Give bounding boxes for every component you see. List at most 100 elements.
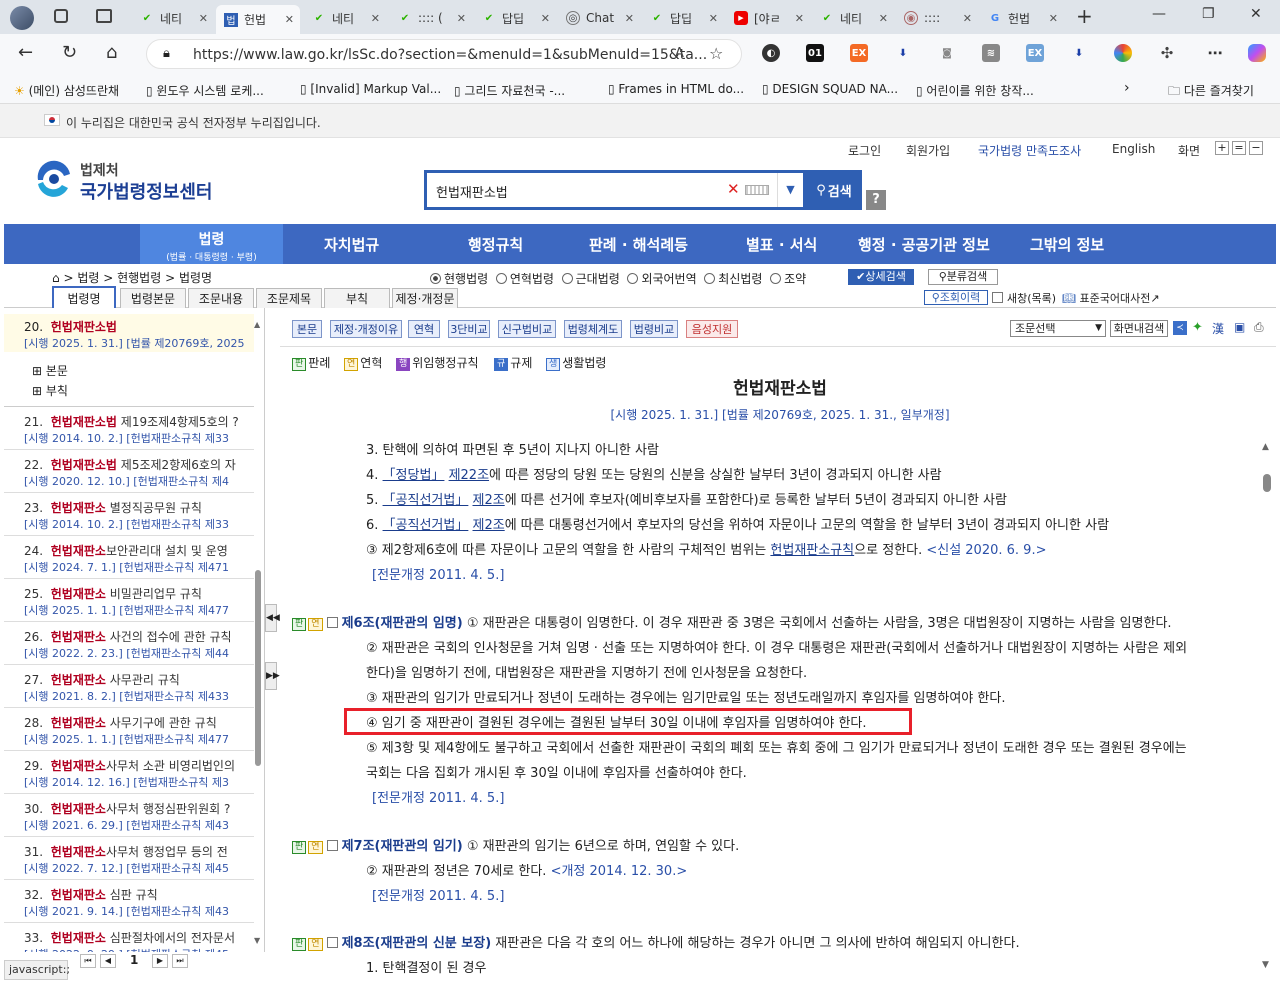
home-icon[interactable]: ⌂	[52, 271, 60, 285]
close-icon[interactable]: ✕	[457, 12, 466, 25]
detail-search-button[interactable]: ✔상세검색	[848, 269, 914, 285]
election-act-link[interactable]: 「공직선거법」	[383, 518, 469, 533]
tab-11[interactable]: G 헌법 ✕	[980, 5, 1064, 31]
zoom-out-button[interactable]: −	[1249, 141, 1263, 155]
nav-public-info[interactable]: 행정 · 공공기관 정보	[858, 234, 990, 255]
survey-link[interactable]: 국가법령 만족도조사	[978, 142, 1081, 159]
tab-3[interactable]: ✔ 네티 ✕	[304, 5, 386, 31]
article-link[interactable]: 제22조	[449, 468, 489, 483]
zoom-in-button[interactable]: +	[1215, 141, 1229, 155]
radio-current[interactable]: 현행법령	[430, 272, 488, 286]
new-window-checkbox[interactable]: 새창(목록)	[992, 290, 1056, 306]
tab-5[interactable]: ✔ 답딥 ✕	[474, 5, 556, 31]
restore-button[interactable]: ❐	[1202, 6, 1215, 22]
first-page-button[interactable]: ⏮	[80, 954, 96, 968]
login-link[interactable]: 로그인	[848, 142, 881, 159]
workspaces-icon[interactable]	[54, 9, 68, 23]
close-icon[interactable]: ✕	[709, 12, 718, 25]
extension-download-icon[interactable]: ⬇	[894, 44, 912, 62]
bookmark-7[interactable]: ▯ 어린이를 위한 창작...	[916, 82, 1034, 99]
chevron-right-icon[interactable]: ›	[1124, 80, 1130, 96]
history-badge[interactable]: 연	[308, 841, 323, 854]
camera-icon[interactable]: ◙	[938, 44, 956, 62]
star-icon[interactable]: ✦	[1192, 320, 1203, 335]
radio-history[interactable]: 연혁법령	[495, 272, 554, 286]
list-item[interactable]: 23. 헌법재판소 별정직공무원 규칙 [시행 2014. 10. 2.] [헌법…	[4, 493, 254, 536]
last-page-button[interactable]: ⏭	[172, 954, 188, 968]
radio-modern[interactable]: 근대법령	[561, 272, 620, 286]
court-rule-link[interactable]: 헌법재판소규칙	[770, 543, 854, 558]
chrome-ext-icon[interactable]	[1114, 44, 1132, 62]
list-item[interactable]: 30. 헌법재판소사무처 행정심판위원회 ? [시행 2021. 6. 29.] …	[4, 794, 254, 837]
extension-download2-icon[interactable]: ⬇	[1070, 44, 1088, 62]
history-badge[interactable]: 연	[308, 938, 323, 951]
tab-8[interactable]: ▶ [야ㄹ ✕	[726, 5, 810, 31]
tree-body[interactable]: ⊞ 본문	[32, 362, 68, 379]
search-input[interactable]: 헌법재판소법 ✕ ▼	[424, 170, 806, 210]
lock-icon[interactable]: 🔒︎	[163, 46, 170, 61]
tab-article-title[interactable]: 조문제목	[256, 288, 322, 308]
tab-law-body[interactable]: 법령본문	[120, 288, 186, 308]
toolbar-reason-button[interactable]: 제정·개정이유	[330, 320, 402, 338]
keyboard-icon[interactable]	[745, 185, 769, 195]
radio-latest[interactable]: 최신법령	[704, 272, 762, 286]
nav-forms[interactable]: 별표 · 서식	[746, 234, 817, 255]
precedent-badge[interactable]: 판	[292, 841, 307, 854]
close-icon[interactable]: ✕	[371, 12, 380, 25]
tab-2[interactable]: 법 헌법 ✕	[216, 5, 300, 34]
home-icon[interactable]: ⌂	[106, 42, 117, 63]
tab-1[interactable]: ✔ 네티 ✕	[132, 5, 214, 31]
article-checkbox[interactable]	[326, 937, 338, 948]
tab-actions-icon[interactable]	[96, 9, 112, 23]
tab-9[interactable]: ✔ 네티 ✕	[812, 5, 894, 31]
clear-icon[interactable]: ✕	[727, 180, 740, 198]
pane-splitter[interactable]: ◀◀ ▶▶	[264, 308, 280, 954]
history-button[interactable]: ⚲조회이력	[924, 290, 988, 305]
scroll-thumb[interactable]	[1263, 474, 1271, 492]
help-button[interactable]: ?	[866, 190, 886, 210]
bookmark-2[interactable]: ▯ 윈도우 시스템 로케...	[146, 82, 264, 99]
list-item[interactable]: 22. 헌법재판소법 제5조제2항제6호의 자 [시행 2020. 12. 10.…	[4, 450, 254, 493]
collapse-left-icon[interactable]: ◀◀	[265, 604, 280, 632]
tab-7[interactable]: ✔ 답딥 ✕	[642, 5, 724, 31]
english-link[interactable]: English	[1112, 142, 1155, 156]
screen-search-button[interactable]: 화면내검색	[1110, 320, 1168, 337]
tab-4[interactable]: ✔:::: (✕	[390, 5, 472, 31]
extension-1-icon[interactable]: ◐	[762, 44, 780, 62]
copilot-icon[interactable]	[1248, 44, 1266, 62]
tab-6[interactable]: ◎ Chat ✕	[558, 5, 640, 31]
toolbar-body-button[interactable]: 본문	[292, 320, 322, 338]
logo-big-text[interactable]: 국가법령정보센터	[80, 178, 212, 204]
nav-other[interactable]: 그밖의 정보	[1030, 234, 1104, 255]
article-checkbox[interactable]	[326, 617, 338, 628]
list-item[interactable]: 26. 헌법재판소 사건의 접수에 관한 규칙 [시행 2022. 2. 23.]…	[4, 622, 254, 665]
close-icon[interactable]: ✕	[541, 12, 550, 25]
bookmark-4[interactable]: ▯ 그리드 자료천국 -...	[454, 82, 565, 99]
scroll-up-icon[interactable]: ▲	[254, 320, 260, 329]
url-field[interactable]: 🔒︎ https://www.law.go.kr/lsSc.do?section…	[146, 39, 742, 69]
election-act-link[interactable]: 「공직선거법」	[383, 493, 469, 508]
print-icon[interactable]: ⎙	[1254, 320, 1264, 335]
list-item-selected[interactable]: 20. 헌법재판소법 [시행 2025. 1. 31.] [법률 제20769호…	[4, 314, 254, 352]
dictionary-link[interactable]: 📖︎ 표준국어대사전↗	[1062, 290, 1160, 306]
list-item[interactable]: 27. 헌법재판소 사무관리 규칙 [시행 2021. 8. 2.] [헌법재판소…	[4, 665, 254, 708]
article-select[interactable]: 조문선택 ▼	[1010, 320, 1106, 337]
read-aloud-icon[interactable]: A	[675, 46, 684, 61]
chevron-down-icon[interactable]: ▼	[777, 173, 803, 207]
signup-link[interactable]: 회원가입	[906, 142, 950, 159]
list-item[interactable]: 29. 헌법재판소사무처 소관 비영리법인의 [시행 2014. 12. 16.]…	[4, 751, 254, 794]
favorite-star-icon[interactable]: ☆	[709, 44, 723, 63]
close-icon[interactable]: ✕	[625, 12, 634, 25]
toolbar-3way-button[interactable]: 3단비교	[448, 320, 490, 338]
tab-enact[interactable]: 제정·개정문	[392, 288, 458, 308]
scroll-thumb[interactable]	[255, 570, 261, 766]
page-number[interactable]: 1	[130, 953, 138, 967]
nav-law-tab[interactable]: 법령 (법률 · 대통령령 · 부령)	[140, 224, 283, 264]
zoom-reset-button[interactable]: =	[1232, 141, 1246, 155]
logo-emblem-icon[interactable]	[34, 160, 74, 198]
expand-right-icon[interactable]: ▶▶	[265, 662, 280, 690]
more-icon[interactable]: ⋯	[1206, 44, 1224, 62]
tree-addenda[interactable]: ⊞ 부칙	[32, 382, 68, 399]
close-icon[interactable]: ✕	[199, 12, 208, 25]
history-badge[interactable]: 연	[308, 618, 323, 631]
